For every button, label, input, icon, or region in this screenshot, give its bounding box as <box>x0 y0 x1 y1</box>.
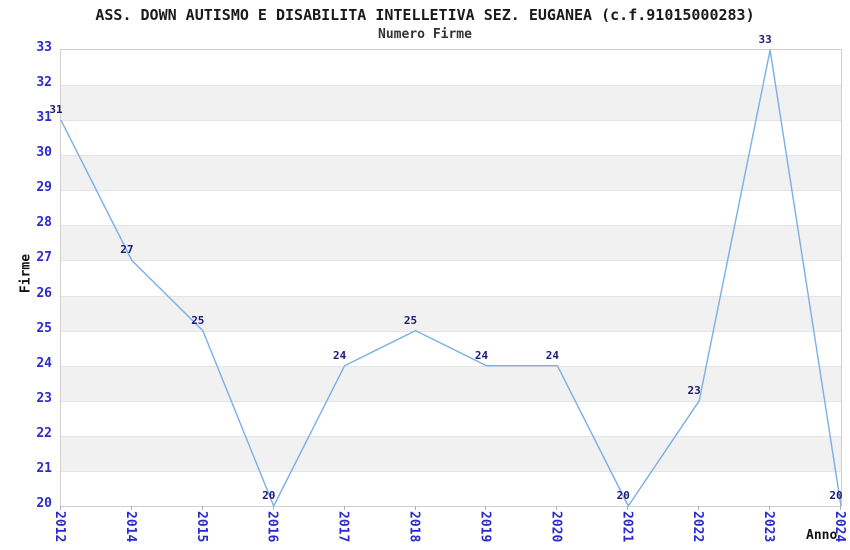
y-tick-label: 26 <box>36 285 52 301</box>
x-tick-mark <box>556 506 558 510</box>
x-tick-label: 2015 <box>193 511 209 543</box>
y-tick-label: 30 <box>36 145 52 161</box>
x-tick-mark <box>343 506 345 510</box>
x-axis-label: Anno <box>806 528 838 543</box>
line-series <box>60 49 842 507</box>
x-tick-mark <box>201 506 203 510</box>
y-tick-label: 27 <box>36 250 52 266</box>
x-tick-mark <box>60 506 61 510</box>
y-tick-label: 22 <box>36 425 52 441</box>
y-tick-label: 31 <box>36 110 52 126</box>
data-point-label: 27 <box>120 243 134 257</box>
y-tick-label: 20 <box>36 496 52 511</box>
x-tick-mark <box>130 506 132 510</box>
y-tick-label: 24 <box>36 355 52 371</box>
y-tick-label: 25 <box>36 320 52 336</box>
data-point-label: 20 <box>616 489 630 502</box>
x-tick-label: 2023 <box>761 511 777 543</box>
data-point-label: 24 <box>545 348 559 362</box>
x-tick-label: 2016 <box>264 511 280 543</box>
x-tick-label: 2020 <box>548 511 564 543</box>
x-tick-label: 2019 <box>477 511 493 543</box>
x-tick-label: 2022 <box>690 511 706 543</box>
y-tick-label: 21 <box>36 460 52 476</box>
data-point-label: 25 <box>191 313 205 327</box>
data-point-label: 25 <box>403 313 418 327</box>
chart-canvas: ASS. DOWN AUTISMO E DISABILITA INTELLETI… <box>0 0 850 550</box>
data-point-label: 24 <box>474 348 489 362</box>
x-tick-label: 2012 <box>52 511 67 543</box>
y-tick-label: 29 <box>36 180 52 196</box>
y-tick-label: 23 <box>36 390 52 406</box>
x-tick-label: 2017 <box>335 511 351 543</box>
plot-area <box>60 49 842 507</box>
x-tick-mark <box>698 506 700 510</box>
data-point-label: 20 <box>829 489 843 502</box>
y-tick-label: 32 <box>36 75 52 91</box>
data-point-label: 20 <box>262 489 276 502</box>
x-tick-mark <box>414 506 416 510</box>
x-tick-label: 2021 <box>619 511 635 543</box>
y-tick-label: 28 <box>36 215 52 231</box>
data-point-label: 23 <box>687 383 701 397</box>
x-tick-label: 2014 <box>122 511 138 543</box>
line-series-svg <box>60 49 842 507</box>
x-tick-mark <box>769 506 771 510</box>
x-tick-label: 2018 <box>406 511 422 543</box>
data-point-label: 31 <box>49 103 63 117</box>
chart-subtitle: Numero Firme <box>378 27 472 42</box>
x-tick-mark <box>485 506 487 510</box>
x-tick-mark <box>840 506 841 510</box>
data-point-label: 33 <box>758 33 772 46</box>
data-point-label: 24 <box>333 348 347 362</box>
y-tick-label: 33 <box>36 40 52 55</box>
chart-title: ASS. DOWN AUTISMO E DISABILITA INTELLETI… <box>95 6 755 24</box>
